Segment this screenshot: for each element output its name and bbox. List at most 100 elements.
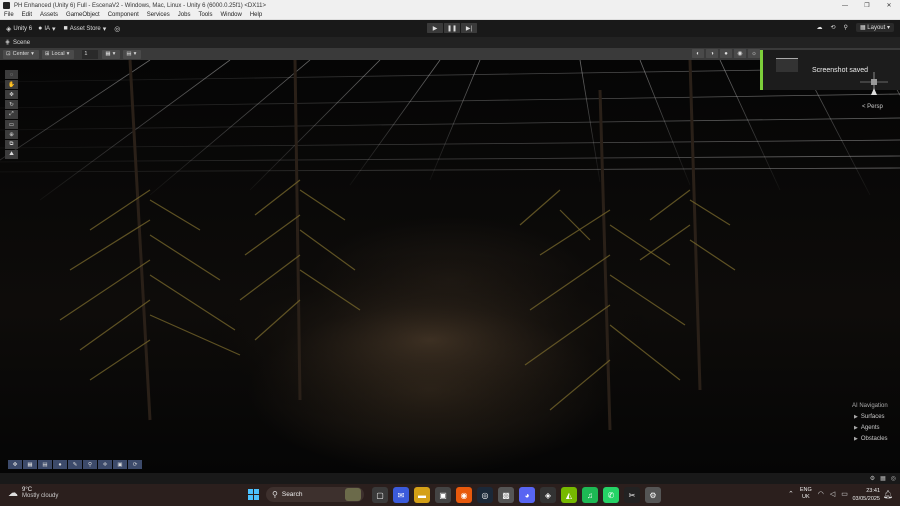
volume-icon[interactable]: ◁ <box>830 490 835 498</box>
version-control-button[interactable]: ◎ <box>114 25 122 33</box>
play-button[interactable]: ▶ <box>427 23 443 33</box>
unlit-icon: ● <box>720 49 732 58</box>
overlay-tool-1[interactable]: ✥ <box>8 460 22 469</box>
clock-time: 23:41 <box>866 488 880 494</box>
grid-snap-input[interactable]: 1 <box>82 49 99 59</box>
grid-icon: ▦ <box>105 51 111 57</box>
overlay-tool-5[interactable]: ✎ <box>68 460 82 469</box>
chevron-right-icon: ▶ <box>854 436 858 442</box>
view-tool-button[interactable]: ◌ <box>5 70 18 79</box>
asset-store-button[interactable]: ■ Asset Store ▾ <box>64 25 109 33</box>
chevron-down-icon: ▾ <box>66 51 70 57</box>
shaded-wireframe-button[interactable]: ◑ <box>706 49 718 58</box>
scale-tool-button[interactable]: ⤢ <box>5 110 18 119</box>
start-button[interactable] <box>248 489 259 500</box>
minimize-button[interactable]: — <box>834 0 856 11</box>
menu-help[interactable]: Help <box>246 12 266 18</box>
whatsapp-icon[interactable]: ✆ <box>603 487 619 503</box>
rotate-tool-button[interactable]: ↻ <box>5 100 18 109</box>
rect-tool-button[interactable]: ▭ <box>5 120 18 129</box>
shading-modes: ◐ ◑ ● ◉ ☼ <box>692 49 760 58</box>
task-view-icon[interactable]: ▢ <box>372 487 388 503</box>
ai-nav-surfaces[interactable]: ▶ Surfaces <box>854 414 900 420</box>
file-explorer-icon[interactable]: ▬ <box>414 487 430 503</box>
wireframe-mode-button[interactable]: ◐ <box>692 49 704 58</box>
capcut-icon[interactable]: ✂ <box>624 487 640 503</box>
ia-dropdown[interactable]: ● IA ▾ <box>38 25 57 33</box>
steam-icon[interactable]: ◎ <box>477 487 493 503</box>
pause-button[interactable]: ❚❚ <box>444 23 460 33</box>
overlay-tool-6[interactable]: ⚲ <box>83 460 97 469</box>
account-button[interactable]: ◈ Unity 6 <box>6 25 32 33</box>
ai-nav-obstacles[interactable]: ▶ Obstacles <box>854 436 900 442</box>
store-icon[interactable]: ▣ <box>435 487 451 503</box>
menu-file[interactable]: File <box>0 12 18 18</box>
overlay-tool-9[interactable]: ⟳ <box>128 460 142 469</box>
language-indicator[interactable]: ENG UK <box>800 487 812 501</box>
transform-tool-button[interactable]: ⊕ <box>5 130 18 139</box>
settings-icon[interactable]: ◎ <box>891 475 896 482</box>
bug-icon[interactable]: ▦ <box>880 475 886 482</box>
wifi-icon[interactable]: ◠ <box>818 490 824 498</box>
tab-scene[interactable]: ⋕ Scene <box>5 39 30 47</box>
system-clock[interactable]: 23:41 03/05/2025 <box>850 487 880 503</box>
paint-icon: ▣ <box>113 460 127 469</box>
menu-tools[interactable]: Tools <box>194 12 216 18</box>
cloud-icon[interactable]: ☁ <box>817 24 823 31</box>
maximize-button[interactable]: ❐ <box>856 0 878 11</box>
overlay-tool-4[interactable]: ● <box>53 460 67 469</box>
menu-assets[interactable]: Assets <box>36 12 62 18</box>
custom-tool-button[interactable]: ⧉ <box>5 140 18 149</box>
menu-jobs[interactable]: Jobs <box>174 12 195 18</box>
chevron-right-icon: ▶ <box>854 414 858 420</box>
menu-component[interactable]: Component <box>104 12 143 18</box>
taskbar-search[interactable]: ⚲ Search <box>266 487 364 502</box>
language-secondary: UK <box>802 494 810 500</box>
grid-visibility-dropdown[interactable]: ▦ ▾ <box>102 49 121 59</box>
terrain-tool-button[interactable]: ⛰ <box>5 150 18 159</box>
notification-bell-icon[interactable]: 🔔︎ <box>883 490 893 499</box>
history-icon[interactable]: ⟲ <box>831 24 836 31</box>
cross-icon: ✛ <box>98 460 112 469</box>
weather-widget[interactable]: ☁ 9°C Mostly cloudy <box>8 487 58 499</box>
hand-tool-button[interactable]: ✋ <box>5 80 18 89</box>
snap-settings-dropdown[interactable]: ▤ ▾ <box>123 49 142 59</box>
unity-hub-icon[interactable]: ◈ <box>540 487 556 503</box>
layout-dropdown[interactable]: ▦ Layout ▾ <box>855 23 894 32</box>
space-dropdown[interactable]: ⊞ Local ▾ <box>41 49 75 59</box>
brush-icon: ✎ <box>68 460 82 469</box>
nvidia-icon[interactable]: ◭ <box>561 487 577 503</box>
firefox-icon[interactable]: ◉ <box>456 487 472 503</box>
progress-icon[interactable]: ⚙ <box>870 475 875 482</box>
menu-window[interactable]: Window <box>216 12 245 18</box>
menu-services[interactable]: Services <box>143 12 174 18</box>
orientation-gizmo[interactable] <box>856 68 892 98</box>
ai-nav-agents[interactable]: ▶ Agents <box>854 425 900 431</box>
menu-edit[interactable]: Edit <box>18 12 36 18</box>
menu-gameobject[interactable]: GameObject <box>62 12 104 18</box>
spotify-icon[interactable]: ♫ <box>582 487 598 503</box>
teams-icon[interactable]: ✉ <box>393 487 409 503</box>
language-primary: ENG <box>799 487 812 493</box>
discord-icon[interactable]: ◕ <box>519 487 535 503</box>
scene-lighting-button[interactable]: ☼ <box>748 49 760 58</box>
status-bar: ⚙ ▦ ◎ <box>0 473 900 484</box>
settings-app-icon[interactable]: ⚙ <box>645 487 661 503</box>
unlit-mode-button[interactable]: ● <box>720 49 732 58</box>
app-icon[interactable]: ▩ <box>498 487 514 503</box>
layers-icon: ▤ <box>38 460 52 469</box>
chevron-up-icon[interactable]: ⌃ <box>788 490 794 498</box>
overlay-tool-8[interactable]: ▣ <box>113 460 127 469</box>
projection-toggle[interactable]: < Persp <box>862 104 883 110</box>
overlay-tool-2[interactable]: ▦ <box>23 460 37 469</box>
pivot-dropdown[interactable]: ⊡ Center ▾ <box>3 49 39 59</box>
overlay-tool-3[interactable]: ▤ <box>38 460 52 469</box>
search-icon[interactable]: ⚲ <box>844 24 848 31</box>
step-button[interactable]: ▶| <box>461 23 477 33</box>
shaded-mode-button[interactable]: ◉ <box>734 49 746 58</box>
battery-icon[interactable]: ▭ <box>841 490 848 498</box>
move-tool-button[interactable]: ✥ <box>5 90 18 99</box>
overlay-tool-7[interactable]: ✛ <box>98 460 112 469</box>
close-button[interactable]: ✕ <box>878 0 900 11</box>
scene-viewport[interactable] <box>0 60 900 473</box>
